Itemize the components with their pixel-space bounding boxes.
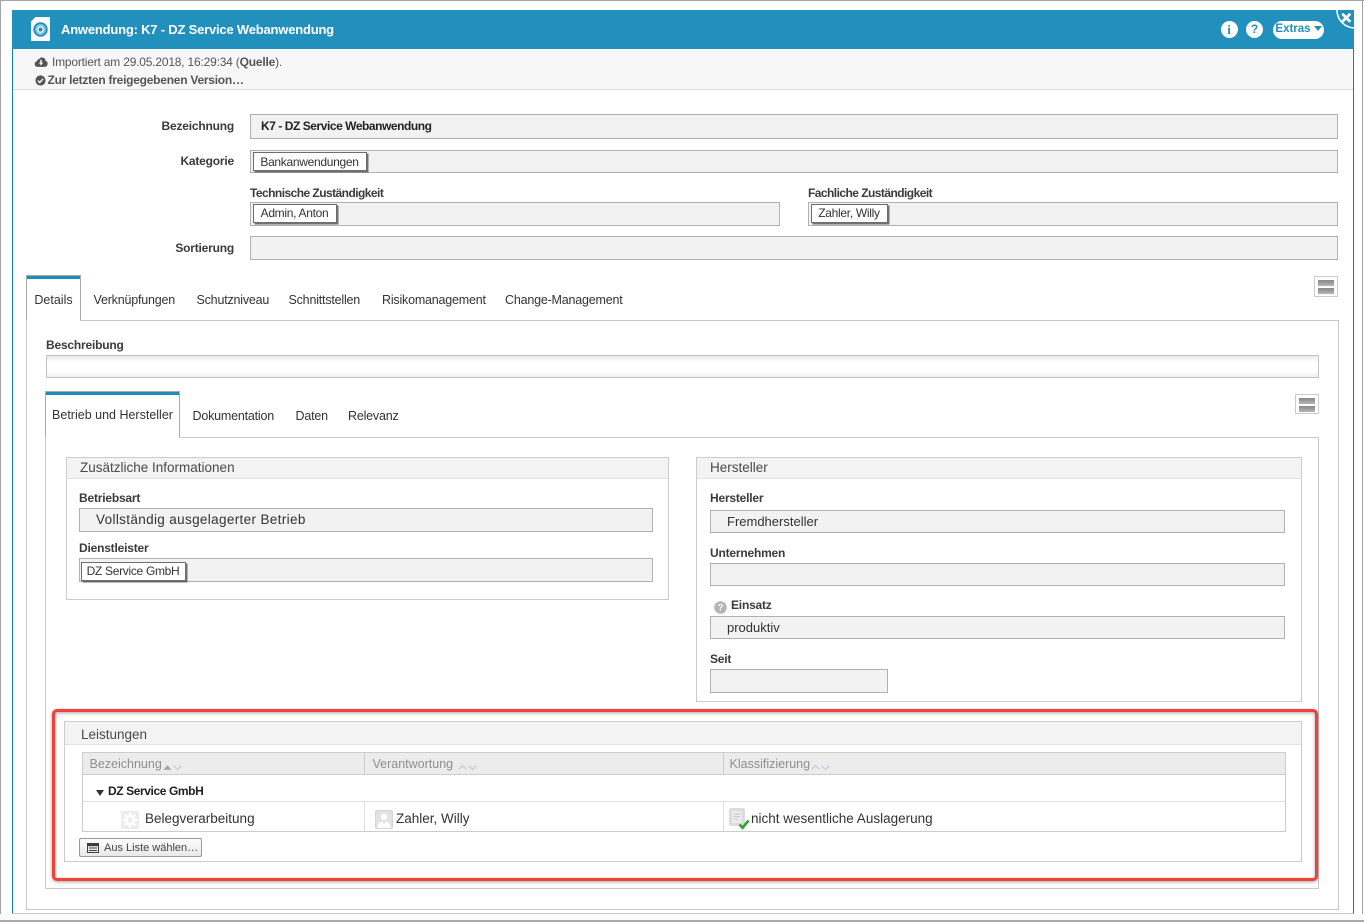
svg-text:?: ? xyxy=(717,602,723,613)
